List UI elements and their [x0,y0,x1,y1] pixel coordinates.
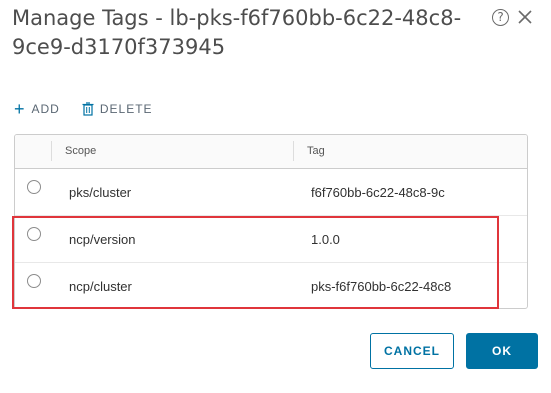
column-divider[interactable] [293,141,294,161]
tags-grid: Scope Tag pks/cluster f6f760bb-6c22-48c8… [14,134,528,309]
table-row[interactable]: pks/cluster f6f760bb-6c22-48c8-9c [15,169,527,216]
add-button[interactable]: + ADD [14,99,60,119]
trash-icon [82,102,94,116]
row-select-radio[interactable] [27,227,41,241]
column-header-tag[interactable]: Tag [307,145,325,157]
table-row[interactable]: ncp/cluster pks-f6f760bb-6c22-48c8 [15,263,527,308]
column-divider [51,141,52,161]
scope-cell: ncp/version [69,232,136,247]
scope-cell: ncp/cluster [69,279,132,294]
add-label: ADD [31,102,60,116]
cancel-button[interactable]: CANCEL [370,333,454,369]
ok-button[interactable]: OK [466,333,538,369]
table-row[interactable]: ncp/version 1.0.0 [15,216,527,263]
help-icon[interactable]: ? [492,9,509,26]
tag-cell: pks-f6f760bb-6c22-48c8 [311,279,452,294]
tag-cell: f6f760bb-6c22-48c8-9c [311,185,445,200]
tags-toolbar: + ADD DELETE [14,100,175,118]
grid-header: Scope Tag [15,135,527,169]
tag-cell: 1.0.0 [311,232,340,247]
row-select-radio[interactable] [27,180,41,194]
plus-icon: + [14,99,26,119]
column-header-scope[interactable]: Scope [65,145,96,157]
delete-button[interactable]: DELETE [82,102,153,116]
scope-cell: pks/cluster [69,185,132,200]
dialog-title: Manage Tags - lb-pks-f6f760bb-6c22-48c8-… [12,6,462,59]
delete-label: DELETE [99,102,153,116]
row-select-radio[interactable] [27,274,41,288]
close-icon[interactable] [515,6,535,28]
